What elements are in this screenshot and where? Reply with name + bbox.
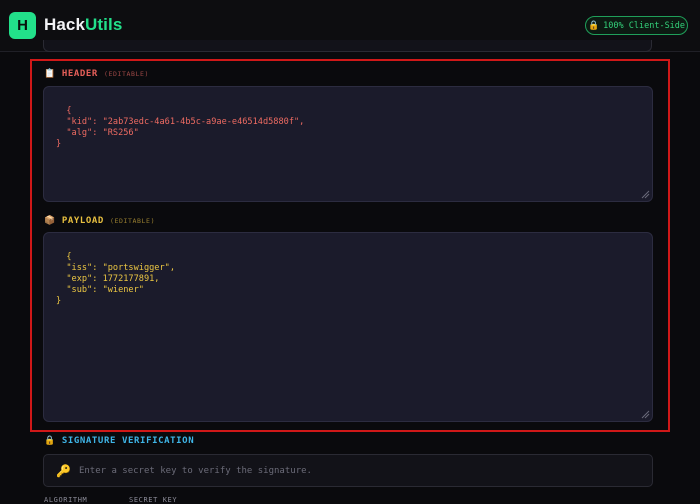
signature-label: SIGNATURE VERIFICATION (61, 436, 195, 446)
clipboard-icon: 📋 (44, 69, 56, 79)
payload-section-label: 📦 PAYLOAD (EDITABLE) (44, 216, 155, 226)
header-json-text: { "kid": "2ab73edc-4a61-4b5c-a9ae-e46514… (56, 106, 305, 149)
resize-handle-icon[interactable] (641, 410, 650, 419)
secret-key-field[interactable]: 🔑 (43, 454, 653, 487)
algorithm-label: ALGORITHM (44, 496, 88, 504)
header-editor[interactable]: { "kid": "2ab73edc-4a61-4b5c-a9ae-e46514… (43, 86, 653, 202)
previous-card-edge (43, 40, 652, 52)
payload-sublabel: (EDITABLE) (109, 217, 156, 225)
badge-label: 100% Client-Side (603, 20, 686, 31)
app-title-part1: Hack (44, 15, 86, 34)
signature-section-label: 🔒 SIGNATURE VERIFICATION (44, 436, 194, 446)
resize-handle-icon[interactable] (641, 190, 650, 199)
key-icon: 🔑 (56, 463, 71, 478)
secret-key-label: SECRET KEY (129, 496, 178, 504)
header-sublabel: (EDITABLE) (103, 70, 150, 78)
app-title[interactable]: HackUtils (44, 15, 122, 35)
client-side-badge: 🔒 100% Client-Side (585, 16, 688, 35)
app-title-part2: Utils (85, 15, 123, 34)
payload-json-text: { "iss": "portswigger", "exp": 177217789… (56, 252, 175, 306)
lock-icon: 🔒 (587, 20, 600, 31)
lock-icon: 🔒 (44, 436, 56, 446)
secret-key-input[interactable] (78, 465, 652, 476)
header-label: HEADER (61, 69, 98, 79)
logo-icon[interactable]: H (9, 12, 36, 39)
package-icon: 📦 (44, 216, 56, 226)
header-section-label: 📋 HEADER (EDITABLE) (44, 69, 149, 79)
payload-label: PAYLOAD (61, 216, 104, 226)
payload-editor[interactable]: { "iss": "portswigger", "exp": 177217789… (43, 232, 653, 422)
